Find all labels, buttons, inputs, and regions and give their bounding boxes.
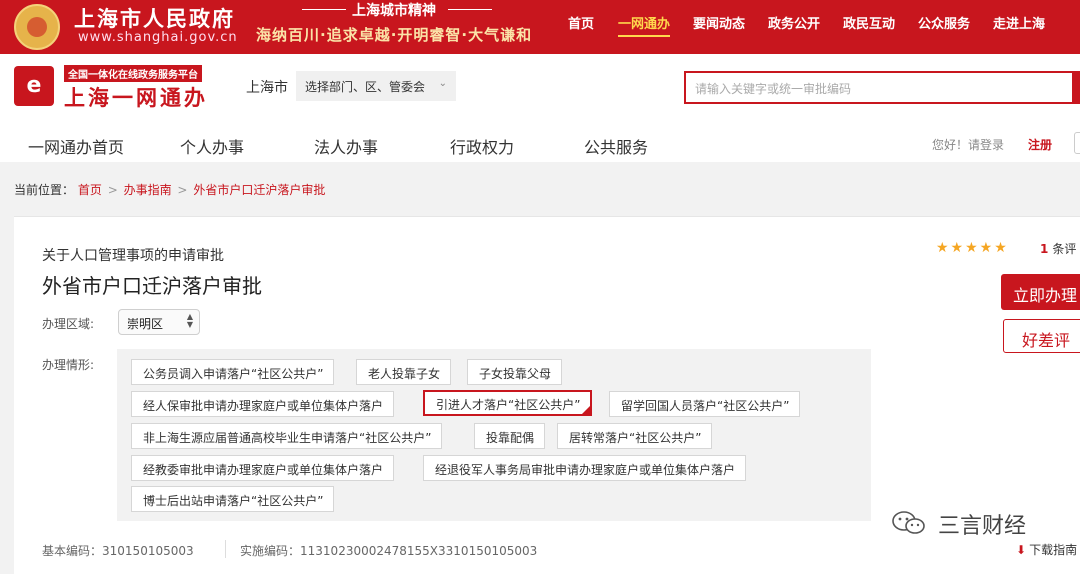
department-select-value: 选择部门、区、管委会	[305, 80, 426, 94]
gov-site-url[interactable]: www.shanghai.gov.cn	[78, 30, 238, 45]
breadcrumb-separator: >	[107, 183, 118, 197]
gov-nav-interaction[interactable]: 政民互动	[843, 13, 895, 32]
nav-admin-power[interactable]: 行政权力	[450, 134, 514, 158]
case-option[interactable]: 子女投靠父母	[467, 359, 563, 385]
case-option[interactable]: 非上海生源应届普通高校毕业生申请落户“社区公共户”	[131, 423, 443, 449]
gov-site-title[interactable]: 上海市人民政府	[74, 3, 235, 33]
gov-nav-yiwangtongban[interactable]: 一网通办	[618, 13, 671, 37]
review-count-label: 条评	[1052, 242, 1077, 256]
city-spirit-title: 上海城市精神	[352, 3, 436, 19]
district-select[interactable]: 崇明区 ▲ ▼	[118, 309, 200, 335]
portal-name[interactable]: 上海一网通办	[64, 82, 208, 112]
basic-code-label: 基本编码：	[42, 544, 103, 558]
case-option-selected[interactable]: 引进人才落户“社区公共户”	[423, 390, 593, 416]
gov-nav-open-affairs[interactable]: 政务公开	[768, 13, 820, 32]
impl-code: 实施编码：11310230002478155X3310150105003	[240, 542, 537, 559]
breadcrumb-home[interactable]: 首页	[78, 183, 102, 197]
case-option[interactable]: 留学回国人员落户“社区公共户”	[609, 391, 801, 417]
breadcrumb-separator: >	[177, 183, 188, 197]
download-guide-label: 下载指南	[1029, 543, 1078, 557]
case-option[interactable]: 经教委审批申请办理家庭户或单位集体户落户	[131, 455, 395, 481]
case-option[interactable]: 老人投靠子女	[356, 359, 452, 385]
review-count-number: 1	[1040, 242, 1049, 256]
download-guide-link[interactable]: ⬇ 下载指南	[1016, 541, 1077, 558]
gov-nav-public-service[interactable]: 公众服务	[918, 13, 970, 32]
case-option[interactable]: 经人保审批申请办理家庭户或单位集体户落户	[131, 391, 395, 417]
region-label: 上海市	[246, 80, 288, 96]
breadcrumb-label: 当前位置：	[14, 183, 75, 197]
register-link[interactable]: 注册	[1028, 136, 1052, 153]
nav-personal[interactable]: 个人办事	[180, 134, 244, 158]
breadcrumb: 当前位置： 首页 > 办事指南 > 外省市户口迁沪落户审批	[14, 181, 325, 198]
page-title: 外省市户口迁沪落户审批	[42, 274, 262, 298]
nav-legal-entity[interactable]: 法人办事	[314, 134, 378, 158]
breadcrumb-current[interactable]: 外省市户口迁沪落户审批	[193, 183, 325, 197]
city-spirit-slogan: 海纳百川·追求卓越·开明睿智·大气谦和	[256, 26, 533, 44]
nav-public-service[interactable]: 公共服务	[584, 134, 648, 158]
watermark-text: 三言财经	[938, 514, 1027, 539]
impl-code-label: 实施编码：	[240, 544, 301, 558]
rate-button[interactable]: 好差评	[1003, 319, 1080, 353]
district-select-value: 崇明区	[127, 317, 164, 331]
search-button[interactable]	[1072, 71, 1080, 104]
basic-code: 基本编码：310150105003	[42, 542, 194, 559]
impl-code-value: 11310230002478155X3310150105003	[300, 544, 538, 558]
wechat-icon	[892, 511, 925, 534]
case-option[interactable]: 投靠配偶	[474, 423, 546, 449]
gov-emblem-icon[interactable]	[14, 4, 60, 50]
gov-top-bar: 上海市人民政府 www.shanghai.gov.cn 上海城市精神 海纳百川·…	[0, 0, 1080, 54]
code-divider	[225, 540, 226, 558]
case-option[interactable]: 公务员调入申请落户“社区公共户”	[131, 359, 335, 385]
district-label: 办理区域:	[42, 317, 95, 331]
review-count[interactable]: 1 条评	[1040, 240, 1076, 257]
apply-now-button[interactable]: 立即办理	[1001, 274, 1080, 310]
department-select[interactable]: 选择部门、区、管委会 ⌄	[296, 71, 456, 101]
download-icon: ⬇	[1016, 543, 1027, 557]
item-category: 关于人口管理事项的申请审批	[42, 248, 224, 264]
gov-nav-about-shanghai[interactable]: 走进上海	[993, 13, 1045, 32]
user-menu-button[interactable]	[1074, 132, 1080, 154]
chevron-down-icon: ⌄	[438, 78, 447, 89]
breadcrumb-guide[interactable]: 办事指南	[124, 183, 172, 197]
basic-code-value: 310150105003	[102, 544, 194, 558]
gov-nav-home[interactable]: 首页	[568, 13, 594, 32]
spirit-divider-left	[302, 9, 346, 10]
select-arrows-icon: ▲ ▼	[186, 312, 193, 329]
search-input[interactable]: 请输入关键字或统一审批编码	[684, 71, 1080, 104]
case-option[interactable]: 居转常落户“社区公共户”	[557, 423, 713, 449]
portal-logo-icon[interactable]: e	[14, 66, 54, 106]
case-option[interactable]: 博士后出站申请落户“社区公共户”	[131, 486, 335, 512]
case-option[interactable]: 经退役军人事务局审批申请办理家庭户或单位集体户落户	[423, 455, 747, 481]
rating-stars-icon: ★★★★★	[936, 240, 1009, 256]
spirit-divider-right	[448, 9, 492, 10]
gov-nav-news[interactable]: 要闻动态	[693, 13, 745, 32]
nav-portal-home[interactable]: 一网通办首页	[28, 134, 124, 158]
portal-tagline: 全国一体化在线政务服务平台	[64, 65, 202, 82]
login-link[interactable]: 您好！请登录	[932, 136, 1004, 153]
portal-header: e 全国一体化在线政务服务平台 上海一网通办 上海市 选择部门、区、管委会 ⌄ …	[0, 54, 1080, 162]
case-label: 办理情形:	[42, 358, 95, 372]
